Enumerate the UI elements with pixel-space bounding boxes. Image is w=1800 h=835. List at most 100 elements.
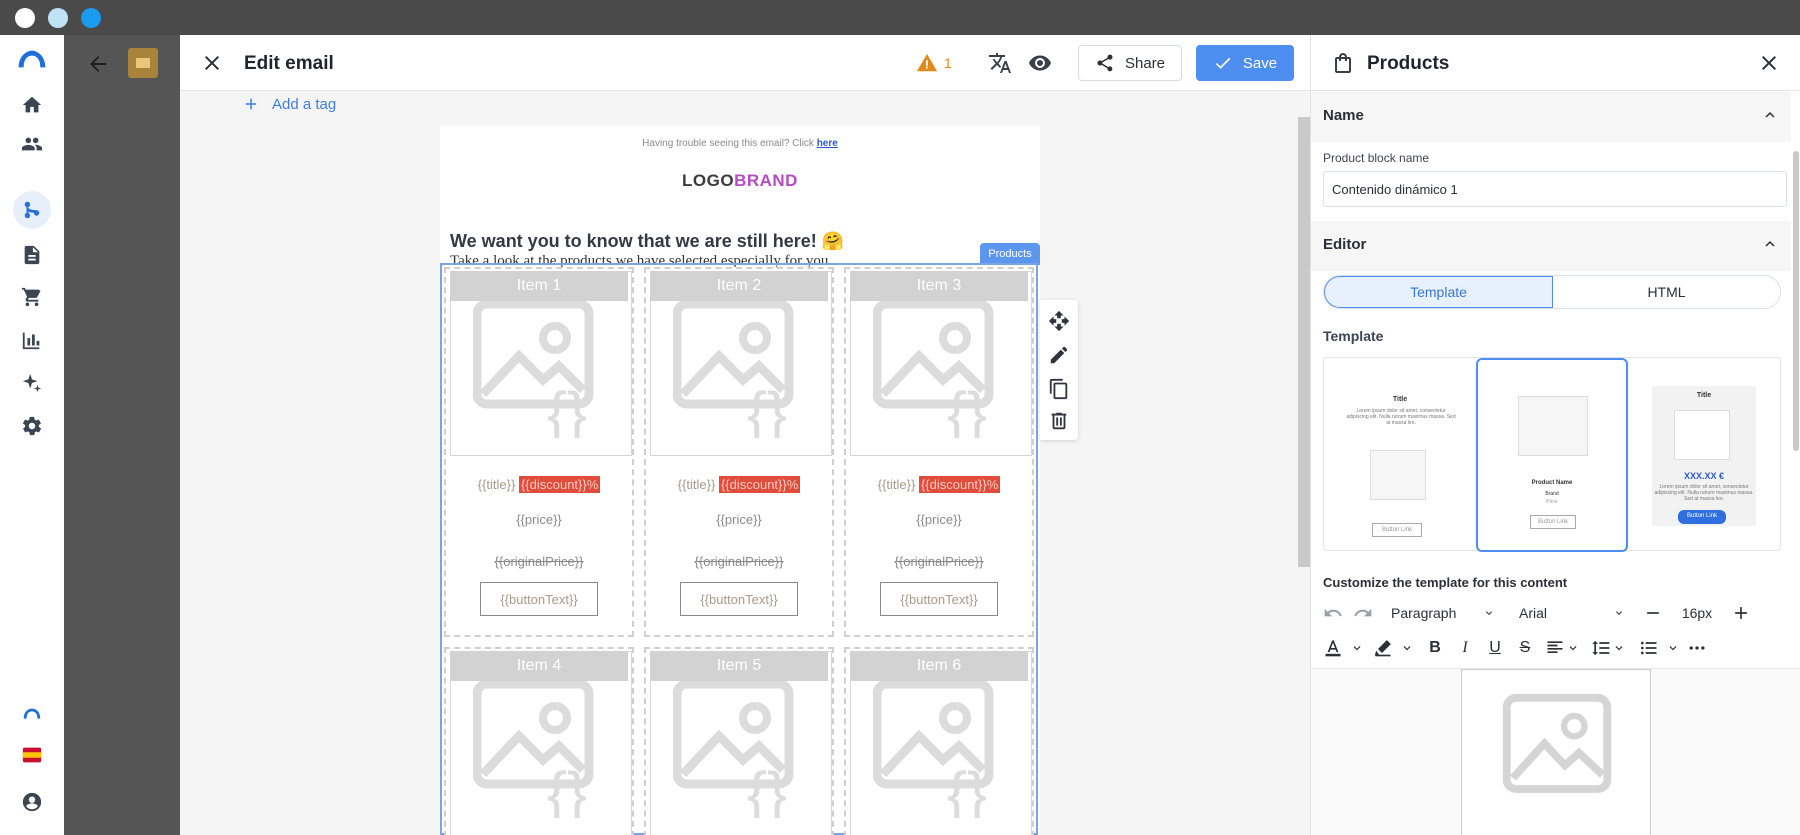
chevron-down-icon[interactable]: [1609, 638, 1629, 658]
line-height-icon[interactable]: [1591, 638, 1611, 658]
product-item[interactable]: {} Item 2 {{title}} {{discount}}% {{pric…: [644, 267, 834, 637]
product-item[interactable]: {} Item 1 {{title}} {{discount}}% {{pric…: [444, 267, 634, 637]
product-item[interactable]: {} Item 3 {{title}} {{discount}}% {{pric…: [844, 267, 1034, 637]
save-button[interactable]: Save: [1196, 45, 1294, 81]
font-size-field[interactable]: 16px: [1669, 599, 1725, 627]
template-title: Product Name: [1531, 480, 1573, 486]
block-type-value: Paragraph: [1391, 605, 1457, 621]
product-price: {{price}}: [916, 512, 962, 527]
text-color-icon[interactable]: [1323, 638, 1343, 658]
bullet-list-icon[interactable]: [1639, 638, 1659, 658]
ai-sparkle-icon[interactable]: [20, 371, 44, 395]
name-section-header[interactable]: [1311, 92, 1791, 142]
chevron-up-icon[interactable]: [1761, 235, 1779, 253]
edit-pencil-icon[interactable]: [1048, 344, 1070, 366]
template-option-2[interactable]: Product Name Brand Price Button Link: [1476, 358, 1628, 552]
italic-icon[interactable]: I: [1455, 638, 1475, 658]
increase-font-icon[interactable]: [1731, 603, 1751, 623]
partner-logo-icon[interactable]: [20, 703, 44, 727]
delete-trash-icon[interactable]: [1048, 410, 1070, 432]
redo-icon[interactable]: [1353, 603, 1373, 623]
product-item-header: Item 4: [450, 651, 628, 681]
logo-text-part2: BRAND: [734, 171, 798, 190]
window-maximize-control[interactable]: [81, 8, 101, 28]
chevron-down-icon[interactable]: [1347, 638, 1367, 658]
add-tag-label: Add a tag: [272, 95, 337, 113]
preview-image-placeholder: [1461, 669, 1651, 835]
duplicate-icon[interactable]: [1048, 378, 1070, 400]
share-button[interactable]: Share: [1078, 45, 1182, 81]
chevron-up-icon[interactable]: [1761, 106, 1779, 124]
highlight-color-icon[interactable]: [1373, 638, 1393, 658]
close-editor-icon[interactable]: [200, 51, 224, 75]
product-item[interactable]: {} Item 4: [444, 647, 634, 835]
name-section-title: Name: [1323, 107, 1364, 124]
panel-scrollbar[interactable]: [1791, 91, 1800, 511]
preview-eye-icon[interactable]: [1028, 51, 1052, 75]
undo-icon[interactable]: [1323, 603, 1343, 623]
products-block-tag[interactable]: Products: [980, 243, 1040, 265]
spain-flag-icon[interactable]: [20, 743, 44, 767]
align-icon[interactable]: [1545, 638, 1565, 658]
products-block[interactable]: {} Item 1 {{title}} {{discount}}% {{pric…: [440, 263, 1038, 835]
window-titlebar: [0, 0, 1800, 35]
image-placeholder-icon: [1502, 693, 1612, 793]
window-close-control[interactable]: [15, 8, 35, 28]
bold-icon[interactable]: B: [1425, 638, 1445, 658]
svg-text:{}: {}: [747, 380, 787, 438]
font-value: Arial: [1519, 605, 1548, 621]
account-avatar-icon[interactable]: [20, 790, 44, 814]
email-headline[interactable]: We want you to know that we are still he…: [450, 231, 844, 252]
product-button[interactable]: {{buttonText}}: [680, 582, 798, 616]
template-option-3[interactable]: Title XXX.XX € Lorem ipsum dolor sit ame…: [1628, 358, 1780, 552]
contacts-icon[interactable]: [20, 132, 44, 156]
chevron-down-icon[interactable]: [1663, 638, 1683, 658]
view-online-link[interactable]: here: [817, 138, 838, 149]
analytics-icon[interactable]: [20, 328, 44, 352]
app-logo-icon[interactable]: [14, 47, 50, 71]
window-minimize-control[interactable]: [48, 8, 68, 28]
product-title: {{title}}: [477, 477, 516, 492]
chevron-down-icon[interactable]: [1563, 638, 1583, 658]
chevron-down-icon: [1486, 611, 1492, 615]
product-title: {{title}}: [877, 477, 916, 492]
product-item[interactable]: {} Item 6: [844, 647, 1034, 835]
product-item-header: Item 5: [650, 651, 828, 681]
template-option-1[interactable]: Title Lorem ipsum dolor sit amet, consec…: [1324, 358, 1476, 552]
home-icon[interactable]: [20, 93, 44, 117]
template-brand: Brand: [1545, 491, 1559, 497]
tab-html[interactable]: HTML: [1553, 276, 1780, 308]
decrease-font-icon[interactable]: [1643, 603, 1663, 623]
warnings-indicator[interactable]: 1: [916, 52, 952, 74]
product-price: {{price}}: [716, 512, 762, 527]
chevron-down-icon[interactable]: [1397, 638, 1417, 658]
block-name-input[interactable]: Contenido dinámico 1: [1323, 171, 1787, 207]
block-type-select[interactable]: Paragraph: [1385, 599, 1501, 627]
tab-template[interactable]: Template: [1324, 276, 1553, 308]
move-icon[interactable]: [1048, 310, 1070, 332]
underline-icon[interactable]: U: [1485, 638, 1505, 658]
product-button[interactable]: {{buttonText}}: [480, 582, 598, 616]
font-select[interactable]: Arial: [1513, 599, 1631, 627]
close-panel-icon[interactable]: [1757, 51, 1781, 75]
add-tag-link[interactable]: Add a tag: [242, 95, 336, 113]
translate-icon[interactable]: [988, 51, 1012, 75]
template-text: Lorem ipsum dolor sit amet, consectetur …: [1346, 408, 1456, 426]
formatting-toolbar-row2: B I U S: [1323, 633, 1793, 663]
automation-flow-icon[interactable]: [20, 198, 44, 222]
product-button[interactable]: {{buttonText}}: [880, 582, 998, 616]
templates-icon[interactable]: [20, 243, 44, 267]
brand-logo[interactable]: LOGOBRAND: [440, 171, 1040, 191]
product-item[interactable]: {} Item 5: [644, 647, 834, 835]
dynamic-image-icon: {}: [673, 679, 794, 818]
share-icon: [1097, 54, 1113, 72]
more-options-icon[interactable]: [1687, 638, 1707, 658]
cart-icon[interactable]: [20, 285, 44, 309]
editor-section-header[interactable]: [1311, 221, 1791, 271]
formatting-toolbar-row1: Paragraph Arial 16px: [1323, 597, 1793, 627]
back-arrow-icon[interactable]: [86, 52, 110, 76]
template-preview-area[interactable]: [1311, 668, 1800, 835]
strikethrough-icon[interactable]: S: [1515, 638, 1535, 658]
settings-gear-icon[interactable]: [20, 414, 44, 438]
editor-scrollbar[interactable]: [1298, 117, 1310, 567]
